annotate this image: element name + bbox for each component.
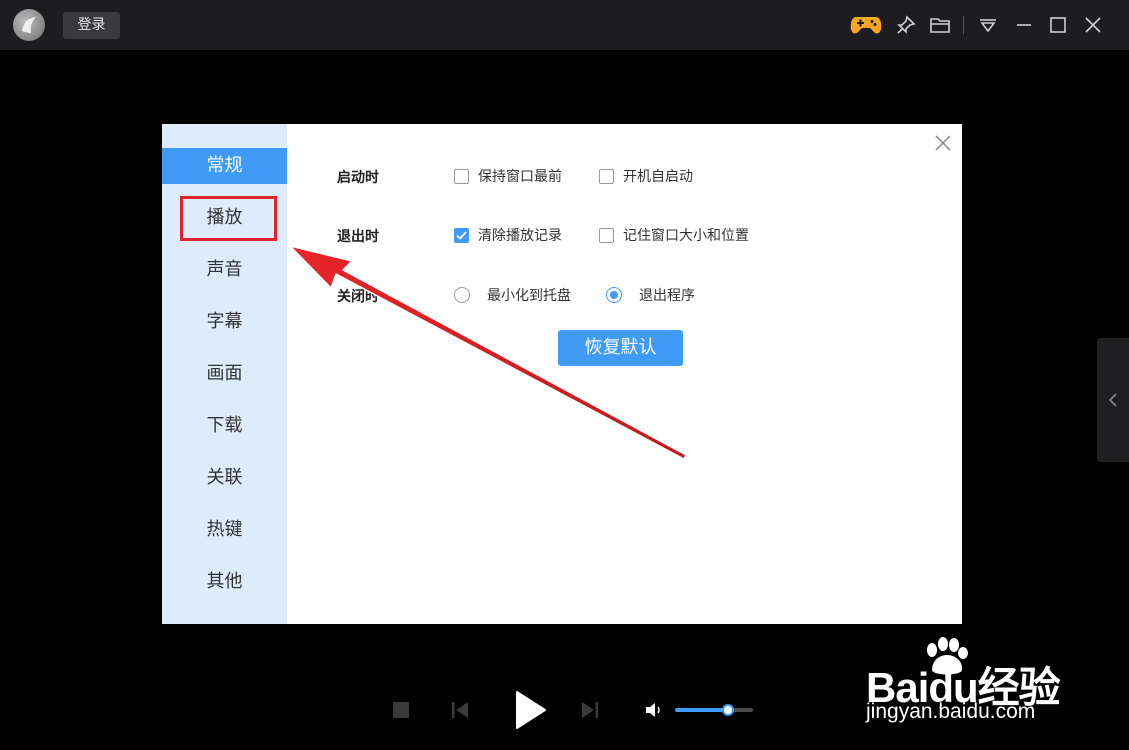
speaker-icon [646,703,660,717]
volume-button[interactable] [642,698,666,722]
next-button[interactable] [578,698,602,722]
app-logo-icon[interactable] [13,9,45,41]
baidu-watermark: Baidu经验 jingyan.baidu.com [866,637,1076,728]
keep-on-top-checkbox[interactable] [454,168,469,184]
sidebar-item-download[interactable]: 下载 [162,408,287,444]
dialog-close-icon[interactable] [932,132,954,154]
sidebar-item-association[interactable]: 关联 [162,460,287,496]
close-icon[interactable] [1081,10,1105,40]
previous-icon [452,702,468,718]
menu-dropdown-icon[interactable] [976,10,1000,40]
on-close-label: 关闭时 [337,289,379,305]
title-bar: 登录 [0,0,1129,50]
pin-icon[interactable] [893,10,919,40]
next-icon [582,702,598,718]
sidebar-item-picture[interactable]: 画面 [162,356,287,392]
watermark-url-text: jingyan.baidu.com [866,700,1036,723]
exit-program-option[interactable]: 退出程序 [606,285,695,305]
chevron-left-icon [1108,393,1117,407]
keep-on-top-label: 保持窗口最前 [478,169,562,185]
exit-program-label: 退出程序 [639,288,695,304]
play-icon [516,691,546,729]
remember-window-option[interactable]: 记住窗口大小和位置 [599,225,749,245]
minimize-to-tray-radio[interactable] [454,287,470,303]
playlist-toggle-tab[interactable] [1097,338,1129,462]
checkmark-icon [456,230,467,240]
autostart-option[interactable]: 开机自启动 [599,166,693,186]
exit-program-radio[interactable] [606,287,622,303]
remember-window-label: 记住窗口大小和位置 [623,228,749,244]
volume-slider[interactable] [675,704,753,716]
sidebar-item-subtitles[interactable]: 字幕 [162,304,287,340]
previous-button[interactable] [448,698,472,722]
startup-label: 启动时 [337,170,379,186]
sidebar-item-other[interactable]: 其他 [162,564,287,600]
on-exit-label: 退出时 [337,229,379,245]
play-button[interactable] [510,688,550,732]
folder-icon[interactable] [928,10,952,40]
titlebar-divider [963,16,964,34]
clear-history-option[interactable]: 清除播放记录 [454,225,562,245]
volume-slider-fill [675,708,729,712]
minimize-icon[interactable] [1012,10,1036,40]
minimize-to-tray-option[interactable]: 最小化到托盘 [454,285,571,305]
volume-slider-handle[interactable] [722,704,735,716]
sidebar-item-hotkeys[interactable]: 热键 [162,512,287,548]
settings-dialog: 常规 播放 声音 字幕 画面 下载 关联 热键 其他 启动时 保持窗口最前 开机… [162,124,962,624]
annotation-highlight-box [180,196,277,241]
keep-on-top-option[interactable]: 保持窗口最前 [454,166,562,186]
gamepad-icon[interactable] [849,10,883,40]
remember-window-checkbox[interactable] [599,227,614,243]
stop-icon [393,702,409,718]
minimize-to-tray-label: 最小化到托盘 [487,288,571,304]
clear-history-label: 清除播放记录 [478,228,562,244]
login-button[interactable]: 登录 [63,12,120,39]
stop-button[interactable] [390,699,412,721]
clear-history-checkbox[interactable] [454,227,469,243]
autostart-label: 开机自启动 [623,169,693,185]
maximize-icon[interactable] [1046,10,1070,40]
sidebar-item-general[interactable]: 常规 [162,148,287,184]
sidebar-item-sound[interactable]: 声音 [162,252,287,288]
autostart-checkbox[interactable] [599,168,614,184]
restore-defaults-button[interactable]: 恢复默认 [558,330,683,366]
